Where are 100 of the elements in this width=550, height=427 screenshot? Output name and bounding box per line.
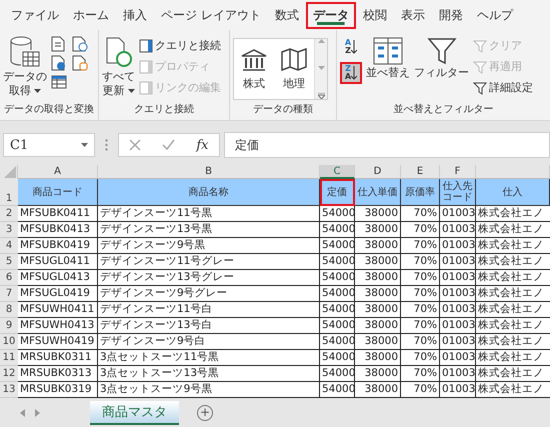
table-cell: デザインスーツ11号黒: [98, 206, 320, 222]
ribbon-tab[interactable]: 表示: [394, 2, 432, 28]
sort-dialog-button[interactable]: 並べ替え: [366, 36, 410, 80]
data-type-gallery[interactable]: 株式 地理: [233, 38, 328, 100]
new-sheet-button[interactable]: +: [197, 404, 213, 420]
table-cell: MRSUBK0311: [18, 350, 98, 366]
table-cell: デザインスーツ11号白: [98, 302, 320, 318]
geography-button[interactable]: 地理: [274, 39, 314, 99]
row-header[interactable]: 9: [0, 318, 18, 334]
check-icon[interactable]: [162, 139, 176, 151]
table-cell: MFSUBK0411: [18, 206, 98, 222]
table-cell: 3点セットスーツ13号黒: [98, 366, 320, 382]
group-label: データの種類: [252, 102, 314, 117]
get-data-button[interactable]: データの 取得: [3, 36, 47, 98]
ribbon-tab[interactable]: 開発: [432, 2, 470, 28]
next-sheet-icon[interactable]: [35, 408, 40, 416]
refresh-all-button[interactable]: すべて 更新: [102, 36, 135, 98]
group-label: クエリと接続: [133, 102, 195, 117]
sort-button[interactable]: Z A: [340, 62, 362, 84]
table-cell: 70%: [401, 366, 440, 382]
table-cell: MFSUBK0413: [18, 222, 98, 238]
header-cell: 原価率: [401, 179, 440, 206]
table-cell: 3点セットスーツ11号黒: [98, 350, 320, 366]
column-header[interactable]: E: [401, 165, 440, 179]
stocks-button[interactable]: 株式: [234, 39, 274, 99]
name-box[interactable]: C1: [3, 133, 95, 157]
ribbon-button[interactable]: 詳細設定: [473, 78, 533, 97]
ribbon-tab[interactable]: ファイル: [4, 2, 66, 28]
ribbon-button[interactable]: クエリと接続: [139, 36, 221, 55]
table-cell: 01003: [440, 286, 476, 302]
table-icon[interactable]: [51, 74, 67, 90]
insert-function-button[interactable]: fx: [196, 138, 208, 152]
previous-sheet-icon[interactable]: [20, 408, 25, 416]
table-cell: 70%: [401, 270, 440, 286]
table-cell: デザインスーツ11号グレー: [98, 254, 320, 270]
table-cell: 38000: [355, 286, 401, 302]
row-header[interactable]: 10: [0, 334, 18, 350]
table-cell: デザインスーツ13号白: [98, 318, 320, 334]
ribbon-tab[interactable]: 挿入: [116, 2, 154, 28]
table-cell: 70%: [401, 318, 440, 334]
row-header[interactable]: 6: [0, 270, 18, 286]
cancel-icon[interactable]: [129, 139, 142, 151]
table-cell: 01003: [440, 238, 476, 254]
column-header[interactable]: B: [98, 165, 320, 179]
row-header[interactable]: 4: [0, 238, 18, 254]
filter-button[interactable]: フィルター: [414, 36, 469, 80]
table-cell: 01003: [440, 334, 476, 350]
table-cell: 70%: [401, 334, 440, 350]
ribbon-tab[interactable]: 校閲: [356, 2, 394, 28]
ribbon-tab[interactable]: ヘルプ: [470, 2, 520, 28]
ribbon-tab[interactable]: ページ レイアウト: [154, 2, 268, 28]
table-cell: 株式会社エノ: [476, 238, 550, 254]
row-header[interactable]: 8: [0, 302, 18, 318]
table-cell: 70%: [401, 254, 440, 270]
table-cell: 株式会社エノ: [476, 270, 550, 286]
down-arrow-icon: [351, 40, 358, 54]
map-icon: [280, 48, 308, 72]
table-cell: MFSUBK0419: [18, 238, 98, 254]
table-cell: MFSUGL0413: [18, 270, 98, 286]
scroll-down-icon[interactable]: [318, 66, 324, 70]
row-header[interactable]: 1: [0, 179, 18, 206]
table-cell: デザインスーツ13号黒: [98, 222, 320, 238]
sheet-tab[interactable]: 商品マスタ: [90, 400, 179, 424]
table-cell: 38000: [355, 238, 401, 254]
formula-field[interactable]: 定価: [224, 132, 550, 158]
gallery-scrollbar[interactable]: [314, 39, 327, 99]
header-cell: 商品コード: [18, 179, 98, 206]
header-cell: 仕入: [476, 179, 550, 206]
row-header[interactable]: 3: [0, 222, 18, 238]
ribbon-tab[interactable]: ホーム: [66, 2, 116, 28]
table-cell: 38000: [355, 350, 401, 366]
table-cell: MFSUWH0419: [18, 334, 98, 350]
row-header[interactable]: 2: [0, 206, 18, 222]
row-header[interactable]: 7: [0, 286, 18, 302]
splitter-handle[interactable]: [105, 139, 108, 151]
table-cell: 38000: [355, 366, 401, 382]
group-label: 並べ替えとフィルター: [392, 102, 494, 117]
scroll-up-icon[interactable]: [318, 39, 324, 43]
table-cell: 01003: [440, 254, 476, 270]
table-cell: 70%: [401, 238, 440, 254]
column-header[interactable]: D: [355, 165, 401, 179]
more-icon[interactable]: [318, 93, 324, 99]
table-cell: デザインスーツ9号黒: [98, 238, 320, 254]
row-header[interactable]: 12: [0, 366, 18, 382]
group-label: データの取得と変換: [3, 102, 95, 117]
ribbon-tab[interactable]: データ: [306, 2, 356, 28]
column-header[interactable]: A: [18, 165, 98, 179]
table-cell: 株式会社エノ: [476, 318, 550, 334]
column-header[interactable]: [476, 165, 550, 179]
sort-button[interactable]: A Z: [340, 36, 362, 58]
row-header[interactable]: 13: [0, 382, 18, 398]
ribbon-tab[interactable]: 数式: [268, 2, 306, 28]
column-header[interactable]: F: [440, 165, 476, 179]
column-header[interactable]: C: [320, 165, 355, 179]
row-header[interactable]: 5: [0, 254, 18, 270]
table-cell: MFSUWH0413: [18, 318, 98, 334]
header-cell: 定価: [320, 179, 355, 206]
dropdown-icon[interactable]: [81, 143, 88, 147]
row-header[interactable]: 11: [0, 350, 18, 366]
document-icon[interactable]: [51, 36, 65, 52]
